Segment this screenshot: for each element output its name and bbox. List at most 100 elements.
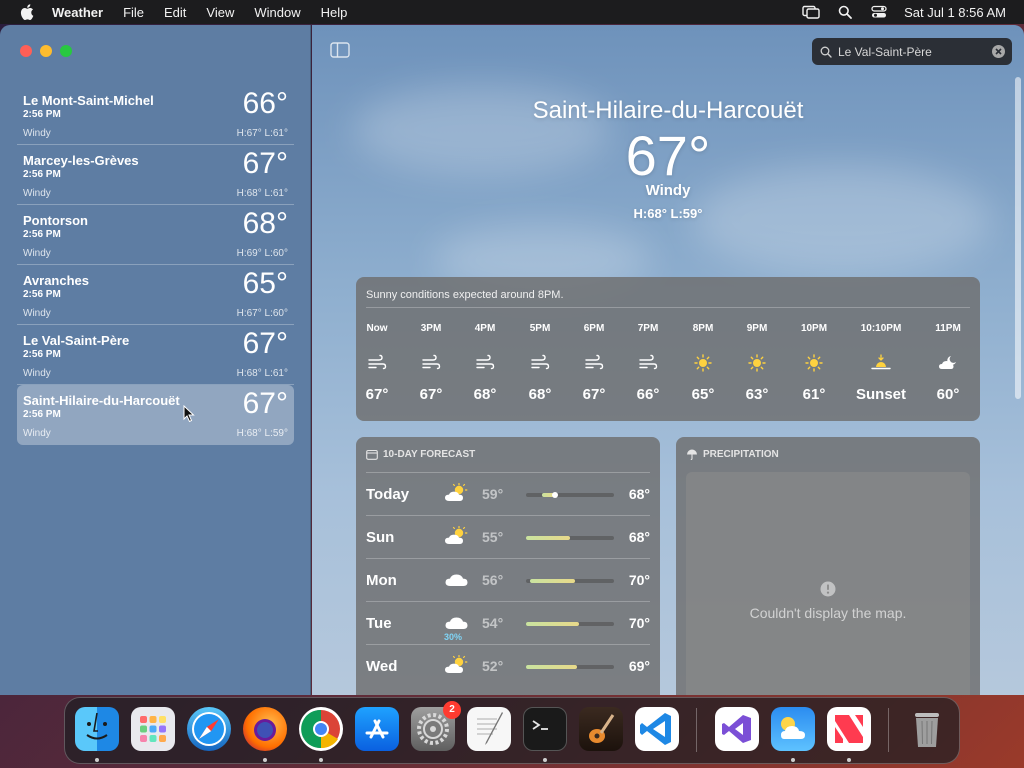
system-settings-icon[interactable]: 2 [411, 701, 461, 751]
menu-bar-clock[interactable]: Sat Jul 1 8:56 AM [904, 5, 1006, 20]
weather-window: Le Mont-Saint-Michel 2:56 PM 66° Windy H… [0, 25, 1024, 695]
location-item[interactable]: Le Mont-Saint-Michel 2:56 PM 66° Windy H… [17, 85, 294, 145]
menu-app-name[interactable]: Weather [52, 5, 103, 20]
map-error-message: Couldn't display the map. [749, 605, 907, 621]
hour-temperature: 67° [365, 386, 389, 403]
hour-temperature: 67° [582, 386, 606, 403]
finder-icon[interactable] [75, 707, 119, 751]
forecast-title: 10-DAY FORECAST [383, 449, 476, 460]
search-input[interactable]: Le Val-Saint-Père [838, 45, 932, 59]
cloud-icon [444, 569, 470, 589]
location-list: Le Mont-Saint-Michel 2:56 PM 66° Windy H… [17, 85, 294, 445]
forecast-row[interactable]: Sun 55° 68° [366, 515, 650, 558]
news-icon[interactable] [827, 707, 871, 751]
precipitation-title: PRECIPITATION [703, 449, 779, 460]
apple-menu-icon[interactable] [20, 4, 34, 20]
forecast-row[interactable]: Tue 30% 54° 70° [366, 601, 650, 644]
forecast-row[interactable]: Wed 52° 69° [366, 644, 650, 687]
location-item[interactable]: Avranches 2:56 PM 65° Windy H:67° L:60° [17, 265, 294, 325]
hour-label: 6PM [583, 323, 605, 334]
garageband-icon[interactable] [579, 707, 623, 751]
firefox-icon[interactable] [243, 707, 287, 751]
hour-temperature: 67° [419, 386, 443, 403]
location-high-low: H:68° L:61° [236, 368, 288, 379]
forecast-low: 55° [482, 529, 504, 545]
menu-bar: Weather File Edit View Window Help Sat J… [0, 0, 1024, 24]
location-condition: Windy [23, 248, 51, 259]
screen-mirroring-icon[interactable] [802, 5, 820, 19]
hour-label: 5PM [529, 323, 551, 334]
location-time: 2:56 PM [23, 349, 61, 360]
chrome-icon[interactable] [299, 707, 343, 751]
sun-icon [804, 354, 824, 372]
textedit-icon[interactable] [467, 707, 511, 751]
locations-sidebar: Le Mont-Saint-Michel 2:56 PM 66° Windy H… [0, 25, 311, 695]
menu-edit[interactable]: Edit [164, 5, 186, 20]
precipitation-card[interactable]: PRECIPITATION Couldn't display the map. [676, 437, 980, 695]
hourly-cell: 3PM 67° [401, 323, 461, 403]
safari-icon[interactable] [187, 707, 231, 751]
partly-sunny-icon [444, 525, 470, 546]
search-field[interactable]: Le Val-Saint-Père [812, 38, 1012, 65]
forecast-high: 68° [628, 529, 650, 545]
hour-temperature: Sunset [855, 386, 906, 403]
hour-temperature: 68° [528, 386, 552, 403]
location-item[interactable]: Pontorson 2:56 PM 68° Windy H:69° L:60° [17, 205, 294, 265]
location-item[interactable]: Le Val-Saint-Père 2:56 PM 67° Windy H:68… [17, 325, 294, 385]
menu-window[interactable]: Window [254, 5, 300, 20]
location-temp: 68° [242, 207, 288, 240]
sunset-icon [871, 354, 891, 372]
location-temp: 67° [242, 327, 288, 360]
forecast-low: 59° [482, 486, 504, 502]
close-window-button[interactable] [20, 45, 32, 57]
clear-search-icon[interactable] [992, 45, 1005, 58]
location-condition: Windy [23, 308, 51, 319]
forecast-low: 52° [482, 658, 504, 674]
temperature-range-bar [526, 622, 614, 626]
hour-label: Now [366, 323, 388, 334]
forecast-row[interactable]: Today 59° 68° [366, 472, 650, 515]
location-item[interactable]: Marcey-les-Grèves 2:56 PM 67° Windy H:68… [17, 145, 294, 205]
trash-icon[interactable] [905, 707, 949, 751]
location-high-low: H:69° L:60° [236, 248, 288, 259]
sun-icon [693, 354, 713, 372]
mouse-pointer-icon [183, 405, 195, 423]
hour-temperature: 63° [745, 386, 769, 403]
ten-day-forecast-card[interactable]: 10-DAY FORECAST Today 59° 68° Sun 55° 68° Mon 5… [356, 437, 660, 695]
current-temp-dot [552, 492, 558, 498]
forecast-day: Wed [366, 658, 398, 675]
control-center-icon[interactable] [870, 5, 888, 19]
temperature-range-fill [526, 536, 570, 540]
scrollbar[interactable] [1015, 77, 1021, 399]
app-store-icon[interactable] [355, 707, 399, 751]
vscode-icon[interactable] [635, 707, 679, 751]
minimize-window-button[interactable] [40, 45, 52, 57]
location-time: 2:56 PM [23, 169, 61, 180]
spotlight-search-icon[interactable] [836, 5, 854, 19]
location-item-selected[interactable]: Saint-Hilaire-du-Harcouët 2:56 PM 67° Wi… [17, 385, 294, 445]
menu-view[interactable]: View [206, 5, 234, 20]
hourly-forecast-card[interactable]: Sunny conditions expected around 8PM. No… [356, 277, 980, 421]
current-condition: Windy [645, 182, 691, 199]
zoom-window-button[interactable] [60, 45, 72, 57]
wind-icon [530, 354, 550, 372]
forecast-high: 69° [628, 658, 650, 674]
forecast-row[interactable]: Mon 56° 70° [366, 558, 650, 601]
hour-temperature: 65° [691, 386, 715, 403]
hour-temperature: 60° [936, 386, 960, 403]
menu-help[interactable]: Help [321, 5, 348, 20]
hour-label: 9PM [746, 323, 768, 334]
launchpad-icon[interactable] [131, 707, 175, 751]
menu-file[interactable]: File [123, 5, 144, 20]
forecast-day: Tue [366, 615, 392, 632]
sidebar-toggle-icon[interactable] [330, 42, 350, 58]
visual-studio-icon[interactable] [715, 707, 759, 751]
current-temperature: 67° [625, 124, 711, 187]
sun-icon [747, 354, 767, 372]
weather-app-icon[interactable] [771, 707, 815, 751]
forecast-high: 70° [628, 572, 650, 588]
location-time: 2:56 PM [23, 229, 61, 240]
location-time: 2:56 PM [23, 289, 61, 300]
precipitation-map[interactable]: Couldn't display the map. [686, 472, 970, 695]
terminal-icon[interactable] [523, 707, 567, 751]
